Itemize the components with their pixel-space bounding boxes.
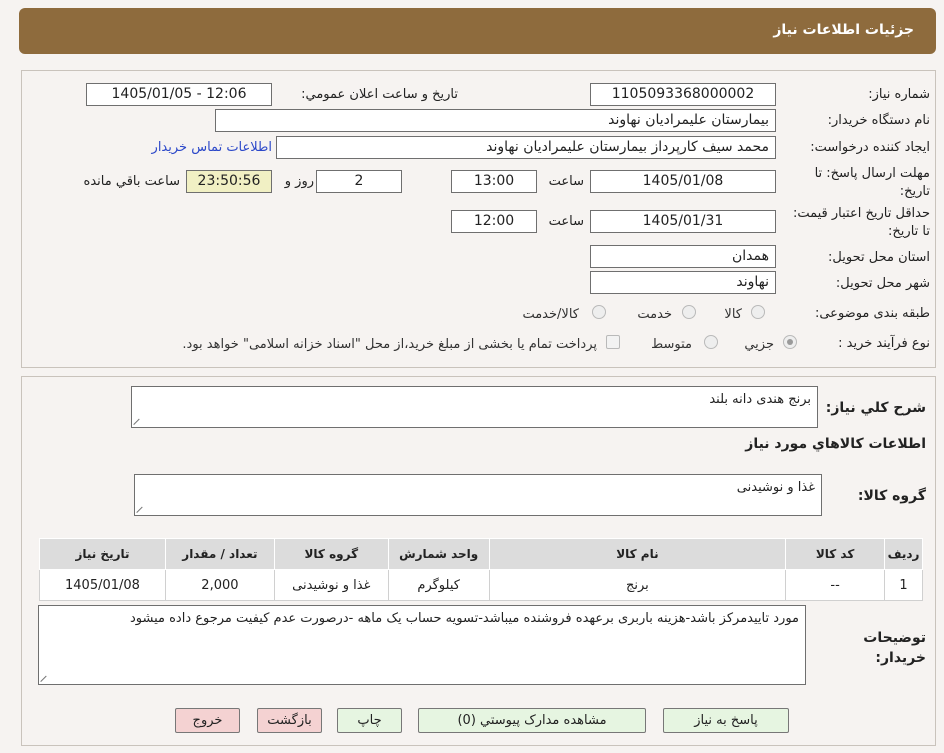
col-quantity: تعداد / مقدار	[164, 538, 275, 570]
cell-item-name: برنج	[488, 569, 787, 601]
print-button[interactable]: چاپ	[337, 708, 402, 733]
process-medium-radio[interactable]	[704, 335, 718, 349]
buyer-contact-link[interactable]: اطلاعات تماس خریدار	[152, 140, 272, 155]
view-attachments-button[interactable]: مشاهده مدارک پیوستي (0)	[418, 708, 646, 733]
items-section-title: اطلاعات كالاهاي مورد نياز	[745, 436, 926, 452]
col-item-name: نام کالا	[488, 538, 787, 570]
treasury-payment-checkbox[interactable]	[606, 335, 620, 349]
remaining-time-field: 23:50:56	[186, 170, 272, 193]
notes-text: مورد تاییدمرکز باشد-هزینه باربری برعهده …	[129, 611, 799, 626]
buyer-org-label: نام دستگاه خریدار:	[827, 113, 930, 128]
page-title: جزئیات اطلاعات نیاز	[773, 22, 914, 38]
reply-button[interactable]: پاسخ به نیاز	[663, 708, 789, 733]
validity-date-field: 1405/01/31	[590, 210, 776, 233]
cell-row-number: 1	[884, 569, 923, 601]
col-item-code: کد کالا	[785, 538, 886, 570]
announce-field: 1405/01/05 - 12:06	[86, 83, 272, 106]
announce-label: تاریخ و ساعت اعلان عمومي:	[301, 87, 458, 102]
col-group: گروه کالا	[273, 538, 389, 570]
category-service-label: خدمت	[637, 307, 672, 322]
requester-field: محمد سیف کارپرداز بیمارستان علیمرادیان ن…	[276, 136, 776, 159]
notes-textarea: مورد تاییدمرکز باشد-هزینه باربری برعهده …	[38, 605, 806, 685]
requester-label: ایجاد کننده درخواست:	[810, 140, 930, 155]
category-goods-radio[interactable]	[751, 305, 765, 319]
process-minor-label: جزیي	[744, 337, 774, 352]
cell-group: غذا و نوشیدنی	[273, 569, 389, 601]
city-label: شهر محل تحویل:	[835, 276, 930, 291]
process-label: نوع فرآیند خرید :	[838, 336, 930, 351]
exit-button[interactable]: خروج	[175, 708, 240, 733]
need-number-label: شماره نیاز:	[868, 87, 930, 102]
city-field: نهاوند	[590, 271, 776, 294]
cell-need-date: 1405/01/08	[39, 569, 166, 601]
col-need-date: تاریخ نیاز	[39, 538, 166, 570]
group-label: گروه کالا:	[857, 488, 926, 504]
page-header: جزئیات اطلاعات نیاز	[19, 8, 936, 54]
resize-grip-icon[interactable]	[41, 674, 49, 682]
summary-label: شرح كلي نياز:	[825, 400, 926, 416]
province-field: همدان	[590, 245, 776, 268]
validity-time-label: ساعت	[548, 214, 584, 229]
items-table: ردیف کد کالا نام کالا واحد شمارش گروه کا…	[39, 538, 923, 601]
process-medium-label: متوسط	[651, 337, 692, 352]
notes-label: توضیحات خریدار:	[863, 630, 926, 666]
summary-text: برنج هندی دانه بلند	[709, 392, 811, 407]
days-field: 2	[316, 170, 402, 193]
validity-time-field: 12:00	[451, 210, 537, 233]
summary-textarea: برنج هندی دانه بلند	[131, 386, 818, 428]
deadline-label: مهلت ارسال پاسخ: تا تاریخ:	[814, 166, 930, 199]
deadline-time-label: ساعت	[548, 174, 584, 189]
cell-unit: کیلوگرم	[387, 569, 490, 601]
group-textarea: غذا و نوشیدنی	[134, 474, 822, 516]
back-button[interactable]: بازگشت	[257, 708, 322, 733]
validity-label: حداقل تاریخ اعتبار قیمت: تا تاریخ:	[792, 206, 930, 239]
buyer-org-field: بیمارستان علیمرادیان نهاوند	[215, 109, 776, 132]
treasury-payment-note: پرداخت تمام یا بخشی از مبلغ خرید،از محل …	[182, 337, 597, 352]
deadline-date-field: 1405/01/08	[590, 170, 776, 193]
col-unit: واحد شمارش	[387, 538, 490, 570]
category-both-radio[interactable]	[592, 305, 606, 319]
province-label: استان محل تحویل:	[828, 250, 930, 265]
remaining-label: ساعت باقي مانده	[83, 174, 180, 189]
resize-grip-icon[interactable]	[137, 505, 145, 513]
items-table-header: ردیف کد کالا نام کالا واحد شمارش گروه کا…	[39, 538, 923, 570]
col-row-number: ردیف	[884, 538, 923, 570]
group-text: غذا و نوشیدنی	[736, 480, 815, 495]
category-label: طبقه بندی موضوعی:	[814, 306, 930, 321]
cell-item-code: --	[785, 569, 886, 601]
category-both-label: کالا/خدمت	[522, 307, 579, 322]
days-label: روز و	[284, 174, 314, 189]
process-minor-radio[interactable]	[783, 335, 797, 349]
need-number-field: 1105093368000002	[590, 83, 776, 106]
cell-quantity: 2,000	[164, 569, 275, 601]
table-row: 1 -- برنج کیلوگرم غذا و نوشیدنی 2,000 14…	[39, 569, 923, 601]
deadline-time-field: 13:00	[451, 170, 537, 193]
category-goods-label: کالا	[724, 307, 742, 322]
category-service-radio[interactable]	[682, 305, 696, 319]
resize-grip-icon[interactable]	[134, 417, 142, 425]
